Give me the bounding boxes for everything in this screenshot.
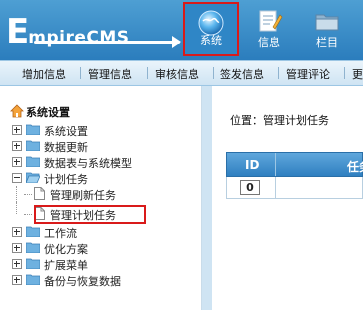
tree-item-label: 优化方案 <box>44 243 88 256</box>
tree-item-scheduled-tasks[interactable]: 计划任务 <box>12 170 192 186</box>
tree-item-optimization[interactable]: 优化方案 <box>12 240 192 256</box>
folder-icon <box>25 274 41 286</box>
table-header: ID 任务 <box>226 152 363 177</box>
expand-icon[interactable] <box>12 227 22 237</box>
tree-item-workflow[interactable]: 工作流 <box>12 224 192 240</box>
subnav-add-info[interactable]: 增加信息 <box>22 66 66 82</box>
tree-item-label: 备份与恢复数据 <box>44 275 121 288</box>
tree-item-backup-restore[interactable]: 备份与恢复数据 <box>12 272 192 288</box>
column-divider <box>275 177 276 198</box>
expand-icon[interactable] <box>12 157 22 167</box>
logo-letter-e: E <box>6 12 29 52</box>
tree-subitem-label: 管理刷新任务 <box>50 189 116 202</box>
tree-item-label: 数据表与系统模型 <box>44 157 132 170</box>
subnav-more[interactable]: 更 <box>352 66 363 82</box>
empirecms-logo[interactable]: EmpireCMS <box>6 8 181 54</box>
logo-swoosh <box>34 41 180 44</box>
expand-icon[interactable] <box>12 125 22 135</box>
subnav-divider <box>147 67 148 79</box>
home-icon <box>10 104 24 121</box>
subnav-divider <box>344 67 345 79</box>
subnav-divider <box>80 67 81 79</box>
expand-icon[interactable] <box>12 243 22 253</box>
column-header-task[interactable]: 任务 <box>347 158 363 175</box>
tree-guide-line <box>24 194 32 195</box>
column-divider <box>275 153 276 176</box>
id-input[interactable]: 0 <box>240 180 260 195</box>
tree-item-label: 数据更新 <box>44 141 88 154</box>
expand-icon[interactable] <box>12 141 22 151</box>
subnav-review-info[interactable]: 审核信息 <box>155 66 199 82</box>
subnav-sign-info[interactable]: 签发信息 <box>220 66 264 82</box>
collapse-icon[interactable] <box>12 173 22 183</box>
expand-icon[interactable] <box>12 275 22 285</box>
tree-item-label: 扩展菜单 <box>44 259 88 272</box>
subnav-manage-info[interactable]: 管理信息 <box>88 66 132 82</box>
folder-icon <box>25 140 41 152</box>
tree-item-tables-models[interactable]: 数据表与系统模型 <box>12 154 192 170</box>
folder-icon <box>25 226 41 238</box>
sub-navigation: 增加信息 管理信息 审核信息 签发信息 管理评论 更 <box>0 60 363 86</box>
subnav-divider <box>278 67 279 79</box>
tree-guide-line <box>16 186 18 202</box>
logo-text: mpireCMS <box>28 28 130 48</box>
folder-icon <box>25 242 41 254</box>
selected-item-highlight <box>34 205 146 224</box>
breadcrumb: 位置：管理计划任务 <box>230 114 329 127</box>
tree-item-label: 计划任务 <box>44 173 88 186</box>
topnav-system[interactable]: 系统 <box>183 2 239 56</box>
topnav-info-label: 信息 <box>258 36 280 49</box>
folder-icon <box>25 258 41 270</box>
folder-icon <box>25 124 41 136</box>
tree-item-system-settings[interactable]: 系统设置 <box>12 122 192 138</box>
panel-divider[interactable] <box>202 86 212 310</box>
tree-subitem-refresh-tasks[interactable]: 管理刷新任务 <box>12 186 192 202</box>
folder-icon <box>25 156 41 168</box>
column-header-id[interactable]: ID <box>245 158 259 172</box>
table-row: 0 <box>226 177 363 199</box>
sidebar-tree: 系统设置 系统设置 数据更新 数据表与系统模型 计划任务 管理刷新任务 管理计划… <box>0 86 202 310</box>
tree-item-extension-menu[interactable]: 扩展菜单 <box>12 256 192 272</box>
tree-title-label: 系统设置 <box>26 106 70 119</box>
expand-icon[interactable] <box>12 259 22 269</box>
tree-item-label: 工作流 <box>44 227 77 240</box>
tree-guide-line <box>24 214 32 215</box>
topnav-system-label: 系统 <box>200 34 222 47</box>
subnav-divider <box>213 67 214 79</box>
subnav-manage-comments[interactable]: 管理评论 <box>286 66 330 82</box>
app-header: EmpireCMS 系统 信息 栏目 <box>0 0 363 60</box>
topnav-info[interactable]: 信息 <box>241 2 297 56</box>
main-content: 位置：管理计划任务 ID 任务 0 <box>212 86 363 310</box>
logo-arrow <box>172 36 181 48</box>
topnav-columns[interactable]: 栏目 <box>299 2 355 56</box>
document-icon <box>34 187 45 200</box>
folder-open-icon <box>25 172 41 184</box>
tree-item-data-update[interactable]: 数据更新 <box>12 138 192 154</box>
topnav-columns-label: 栏目 <box>316 36 338 49</box>
tree-item-label: 系统设置 <box>44 125 88 138</box>
tree-guide-line <box>16 202 18 214</box>
